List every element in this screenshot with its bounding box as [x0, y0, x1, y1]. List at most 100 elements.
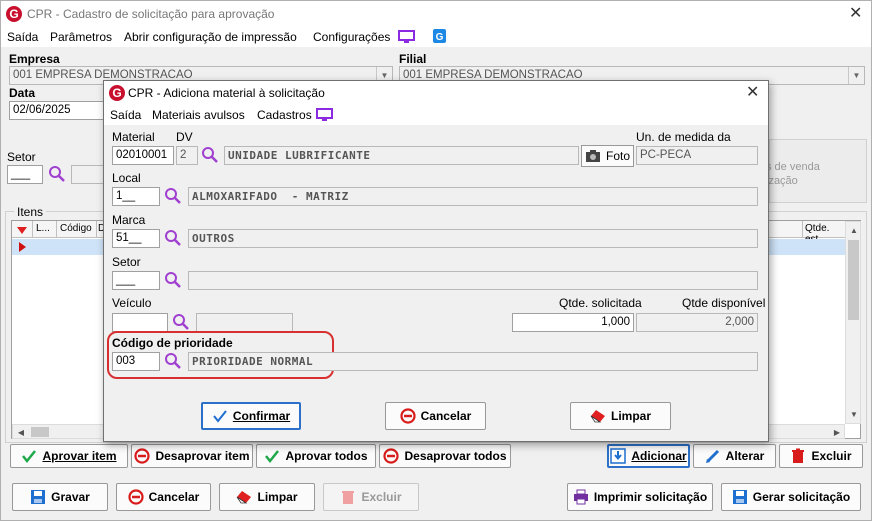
scroll-up-icon[interactable]: ▲ [846, 226, 862, 235]
cancelar-main-label: Cancelar [148, 490, 200, 504]
main-close-button[interactable]: ✕ [849, 6, 862, 22]
marca-label: Marca [112, 213, 146, 227]
menu-parametros[interactable]: Parâmetros [50, 30, 112, 44]
aprovar-todos-button[interactable]: Aprovar todos [256, 444, 376, 468]
data-field[interactable]: 02/06/2025 [9, 101, 105, 120]
dialog-menu-materiais-avulsos[interactable]: Materiais avulsos [152, 108, 245, 122]
alterar-label: Alterar [725, 449, 765, 463]
row-pointer-icon [19, 242, 26, 252]
grid-vscrollbar[interactable]: ▲ ▼ [845, 221, 861, 424]
scroll-right-icon[interactable]: ▶ [829, 428, 845, 437]
local-label: Local [112, 171, 141, 185]
search-icon[interactable] [48, 165, 66, 183]
marca-desc: OUTROS [192, 232, 235, 245]
sort-down-icon[interactable] [16, 225, 28, 235]
pencil-icon [705, 449, 719, 463]
qtde-solicitada-field[interactable]: 1,000 [512, 313, 634, 332]
scroll-thumb[interactable] [848, 240, 859, 320]
prioridade-value: 003 [116, 355, 136, 367]
col-header-codigo[interactable]: Código [60, 223, 92, 234]
gravar-button[interactable]: Gravar [12, 483, 108, 511]
dialog-titlebar: G CPR - Adiciona material à solicitação … [104, 81, 768, 105]
limpar-main-button[interactable]: Limpar [219, 483, 315, 511]
col-header-l[interactable]: L... [36, 223, 50, 234]
setor-value: ___ [116, 274, 136, 286]
main-titlebar: G CPR - Cadastro de solicitação para apr… [1, 1, 871, 27]
dv-label: DV [176, 130, 193, 144]
local-desc: ALMOXARIFADO - MATRIZ [192, 190, 349, 203]
excluir-row-button[interactable]: Excluir [779, 444, 863, 468]
chevron-down-icon[interactable]: ▼ [848, 67, 864, 84]
trash-icon [342, 491, 355, 504]
main-setor-field[interactable]: ___ [7, 165, 43, 184]
gravar-label: Gravar [51, 490, 90, 504]
gerar-solicitacao-button[interactable]: Gerar solicitação [721, 483, 861, 511]
prohibited-icon [383, 448, 400, 464]
monitor-icon[interactable] [398, 30, 415, 44]
excluir-row-label: Excluir [811, 449, 852, 463]
dialog-limpar-label: Limpar [610, 409, 651, 423]
main-setor-desc [71, 165, 107, 184]
marca-field[interactable]: 51__ [112, 229, 160, 248]
data-label: Data [9, 86, 36, 100]
confirmar-button[interactable]: Confirmar [201, 402, 301, 430]
menu-saida[interactable]: Saída [7, 30, 38, 44]
dv-field: 2 [176, 146, 198, 165]
search-icon[interactable] [164, 271, 182, 289]
filial-label: Filial [399, 52, 427, 66]
menu-abrir-configuracao-impressao[interactable]: Abrir configuração de impressão [124, 30, 297, 44]
material-field[interactable]: 02010001 [112, 146, 174, 165]
col-divider [96, 221, 97, 238]
eraser-icon [590, 410, 605, 423]
marca-value: 51__ [116, 232, 142, 244]
hscroll-thumb[interactable] [31, 427, 49, 437]
dialog-cancelar-button[interactable]: Cancelar [385, 402, 486, 430]
excluir-main-button[interactable]: Excluir [323, 483, 419, 511]
desaprovar-item-button[interactable]: Desaprovar item [131, 444, 253, 468]
scroll-left-icon[interactable]: ◀ [13, 428, 29, 437]
alterar-button[interactable]: Alterar [693, 444, 776, 468]
monitor-icon[interactable] [316, 108, 333, 122]
desaprovar-todos-button[interactable]: Desaprovar todos [379, 444, 511, 468]
qtde-solicitada-label: Qtde. solicitada [559, 296, 642, 310]
prioridade-field[interactable]: 003 [112, 352, 160, 371]
setor-desc-field [188, 271, 758, 290]
main-title: CPR - Cadastro de solicitação para aprov… [27, 7, 275, 21]
menu-configuracoes[interactable]: Configurações [313, 30, 390, 44]
veiculo-field[interactable] [112, 313, 168, 332]
search-icon[interactable] [172, 313, 190, 331]
veiculo-label: Veículo [112, 296, 152, 310]
main-menubar: Saída Parâmetros Abrir configuração de i… [1, 27, 871, 47]
camera-icon [585, 150, 600, 162]
search-icon[interactable] [201, 146, 219, 164]
help-book-icon[interactable]: G [432, 28, 447, 44]
main-setor-value: ___ [11, 168, 31, 180]
foto-label: Foto [605, 149, 630, 163]
check-icon [213, 410, 227, 423]
imprimir-solicitacao-button[interactable]: Imprimir solicitação [567, 483, 713, 511]
desaprovar-item-label: Desaprovar item [155, 449, 250, 463]
adicionar-button[interactable]: Adicionar [607, 444, 690, 468]
foto-button[interactable]: Foto [581, 145, 634, 167]
local-field[interactable]: 1__ [112, 187, 160, 206]
dialog-menu-cadastros[interactable]: Cadastros [257, 108, 312, 122]
scroll-down-icon[interactable]: ▼ [846, 410, 862, 419]
search-icon[interactable] [164, 229, 182, 247]
adicionar-label: Adicionar [631, 449, 687, 463]
dialog-limpar-button[interactable]: Limpar [570, 402, 671, 430]
search-icon[interactable] [164, 187, 182, 205]
setor-field[interactable]: ___ [112, 271, 160, 290]
dialog-menubar: Saída Materiais avulsos Cadastros [104, 105, 768, 125]
search-icon[interactable] [164, 352, 182, 370]
un-medida-value: PC-PECA [640, 149, 692, 161]
limpar-main-label: Limpar [257, 490, 298, 504]
dialog-title: CPR - Adiciona material à solicitação [128, 86, 325, 100]
dialog-close-button[interactable]: ✕ [746, 85, 759, 101]
dialog-menu-saida[interactable]: Saída [110, 108, 141, 122]
aprovar-item-button[interactable]: Aprovar item [10, 444, 128, 468]
material-label: Material [112, 130, 155, 144]
veiculo-desc-field [196, 313, 293, 332]
prioridade-label: Código de prioridade [112, 336, 233, 350]
cancelar-main-button[interactable]: Cancelar [116, 483, 211, 511]
confirmar-label: Confirmar [232, 409, 291, 423]
